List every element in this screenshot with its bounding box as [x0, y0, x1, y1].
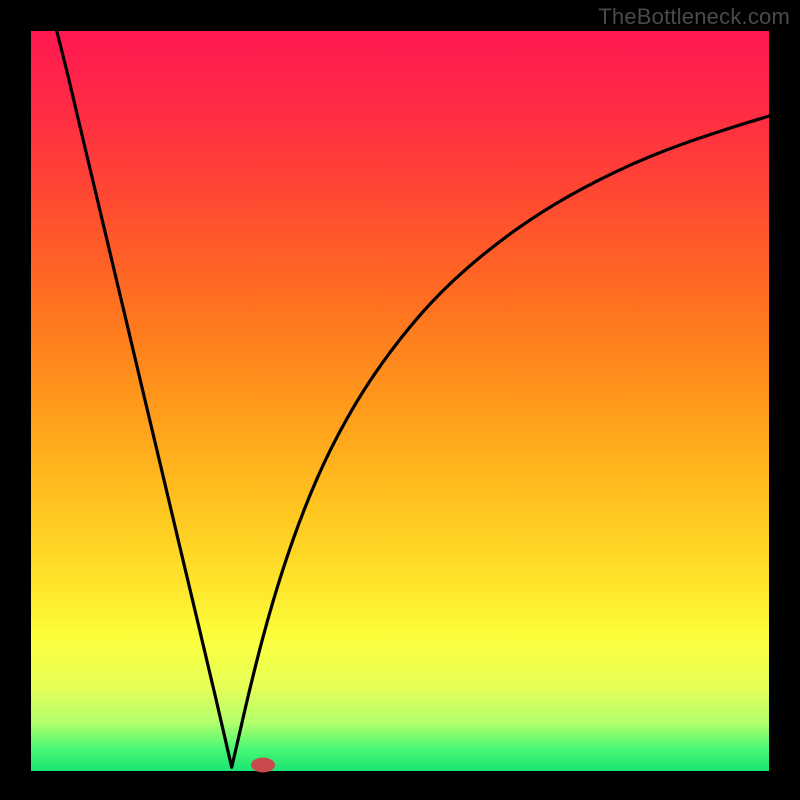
chart-frame: TheBottleneck.com	[0, 0, 800, 800]
bottleneck-plot	[0, 0, 800, 800]
optimal-marker	[251, 758, 275, 773]
watermark-text: TheBottleneck.com	[598, 4, 790, 30]
gradient-background	[31, 31, 769, 771]
